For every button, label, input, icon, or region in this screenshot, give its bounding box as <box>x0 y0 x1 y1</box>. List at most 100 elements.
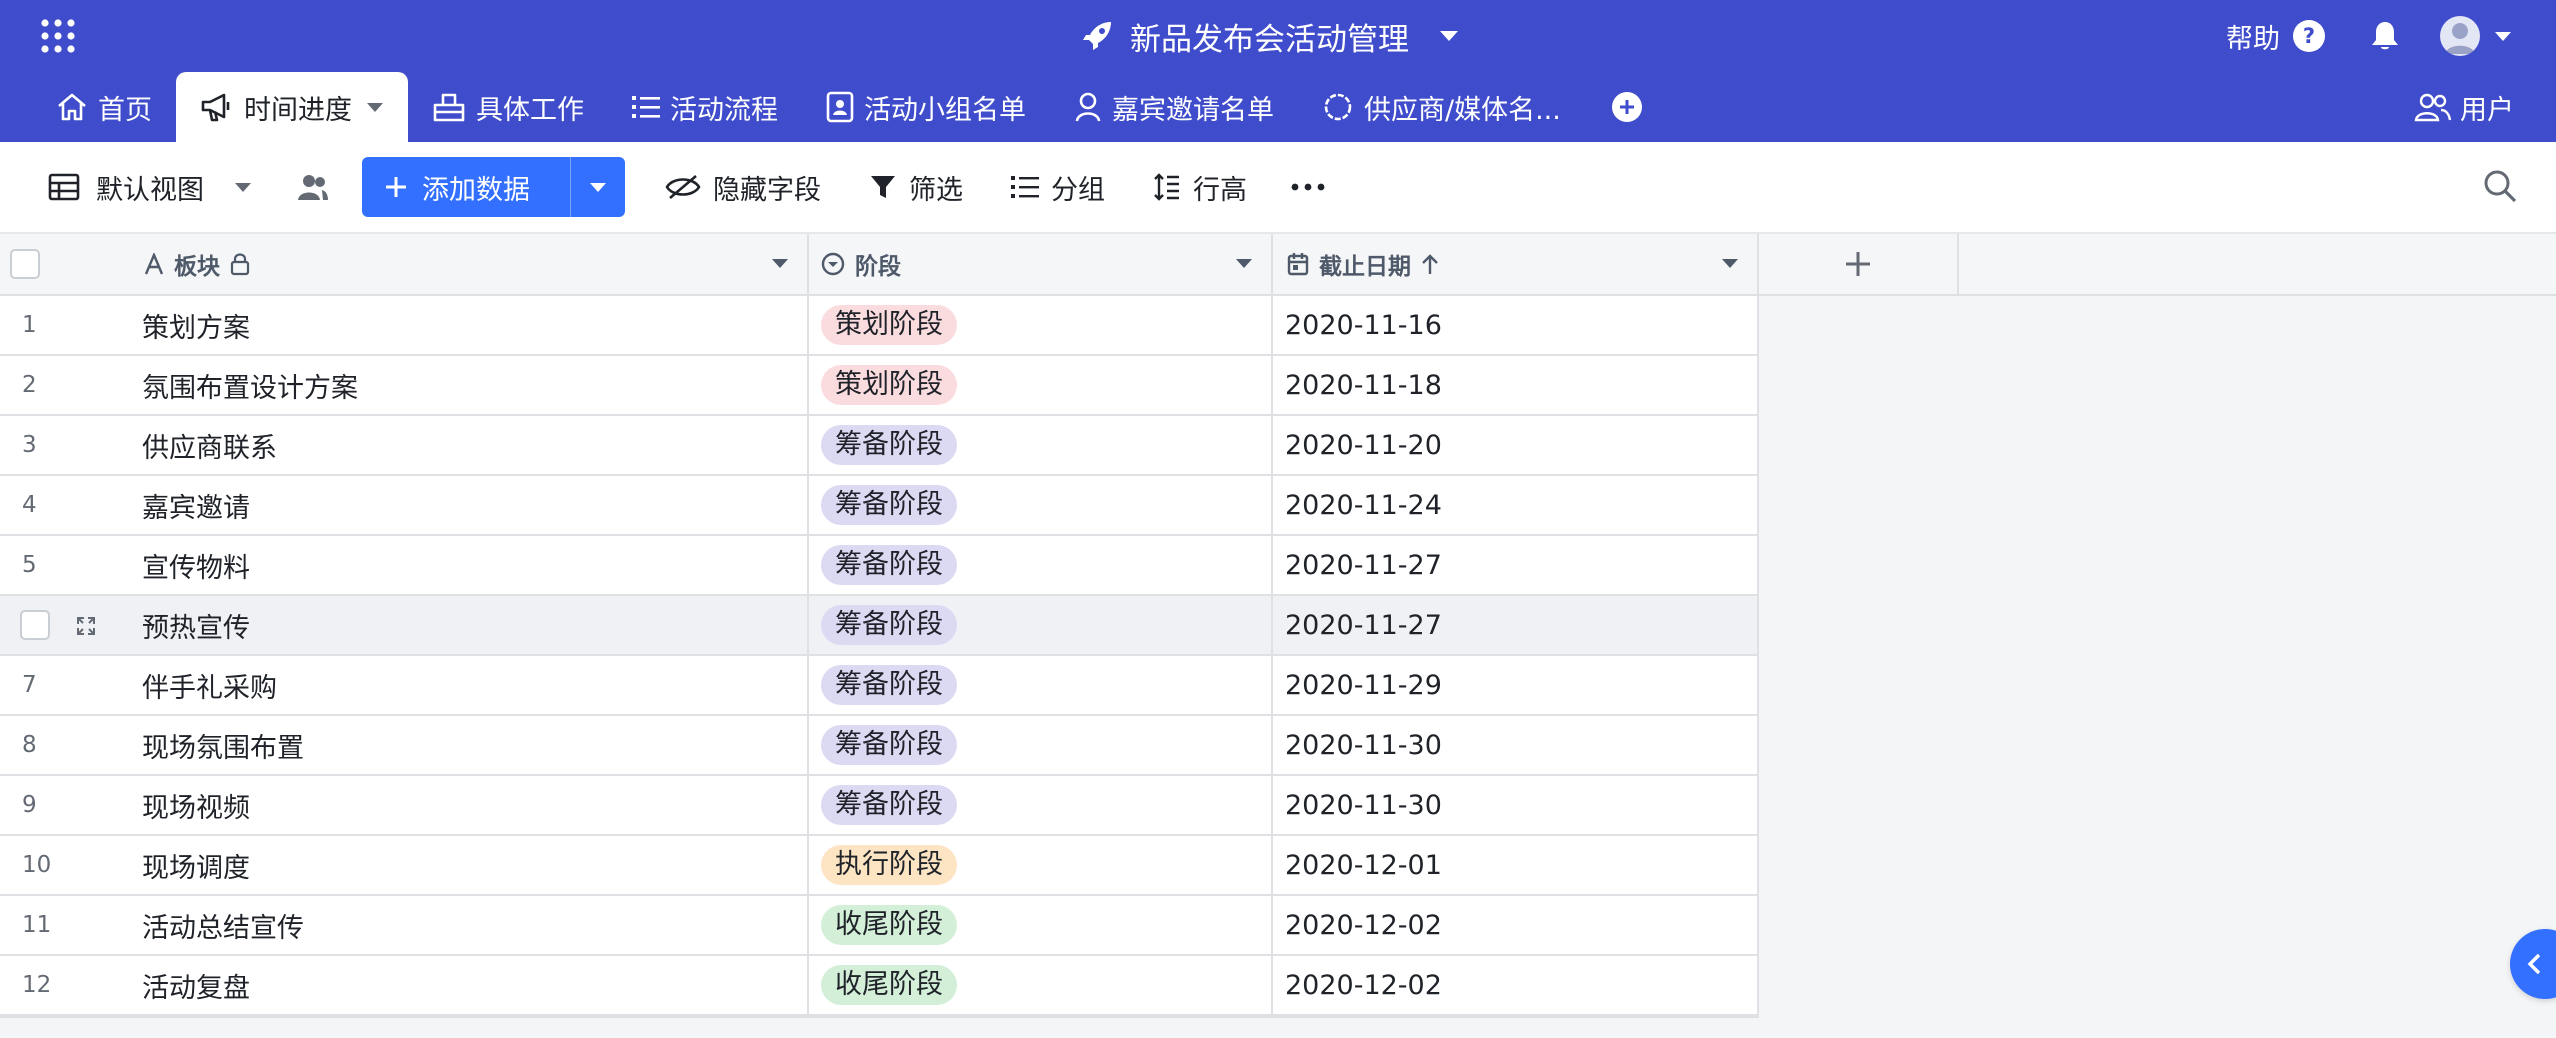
tab-process[interactable]: 活动流程 <box>608 72 802 142</box>
name-cell[interactable]: 活动总结宣传 <box>130 896 809 954</box>
tab-tasks[interactable]: 具体工作 <box>408 72 608 142</box>
table-row[interactable]: 11 活动总结宣传 收尾阶段 2020-12-02 <box>0 896 1759 956</box>
more-icon[interactable] <box>1291 183 1325 191</box>
stage-cell[interactable]: 收尾阶段 <box>809 896 1273 954</box>
stage-cell[interactable]: 执行阶段 <box>809 836 1273 894</box>
name-cell[interactable]: 宣传物料 <box>130 536 809 594</box>
tab-guest-list[interactable]: 嘉宾邀请名单 <box>1050 72 1298 142</box>
date-cell[interactable]: 2020-11-30 <box>1273 716 1759 774</box>
bell-icon[interactable] <box>2370 20 2400 52</box>
stage-cell[interactable]: 筹备阶段 <box>809 596 1273 654</box>
row-date: 2020-11-27 <box>1285 549 1442 581</box>
chevron-left-icon <box>2526 952 2542 976</box>
add-data-button[interactable]: 添加数据 <box>362 157 625 217</box>
row-index-cell: 8 <box>0 716 130 774</box>
filter-button[interactable]: 筛选 <box>869 168 963 207</box>
tab-timeline[interactable]: 时间进度 <box>176 72 408 142</box>
row-date: 2020-12-02 <box>1285 969 1442 1001</box>
name-cell[interactable]: 现场视频 <box>130 776 809 834</box>
name-cell[interactable]: 现场调度 <box>130 836 809 894</box>
stage-cell[interactable]: 筹备阶段 <box>809 476 1273 534</box>
stage-tag: 筹备阶段 <box>821 545 957 585</box>
date-cell[interactable]: 2020-11-24 <box>1273 476 1759 534</box>
name-cell[interactable]: 氛围布置设计方案 <box>130 356 809 414</box>
stage-cell[interactable]: 筹备阶段 <box>809 716 1273 774</box>
date-cell[interactable]: 2020-11-30 <box>1273 776 1759 834</box>
hide-fields-button[interactable]: 隐藏字段 <box>665 168 821 207</box>
stage-cell[interactable]: 筹备阶段 <box>809 416 1273 474</box>
search-icon[interactable] <box>2482 168 2518 204</box>
table-row[interactable]: 5 宣传物料 筹备阶段 2020-11-27 <box>0 536 1759 596</box>
table-row[interactable]: 10 现场调度 执行阶段 2020-12-01 <box>0 836 1759 896</box>
table-row[interactable]: 3 供应商联系 筹备阶段 2020-11-20 <box>0 416 1759 476</box>
help-button[interactable]: 帮助 ? <box>2226 17 2326 56</box>
table-row[interactable]: 4 嘉宾邀请 筹备阶段 2020-11-24 <box>0 476 1759 536</box>
group-button[interactable]: 分组 <box>1011 168 1105 207</box>
person-badge-icon <box>1074 91 1102 123</box>
row-index: 2 <box>22 372 37 398</box>
tab-label: 活动小组名单 <box>864 94 1026 126</box>
app-title-menu[interactable]: 新品发布会活动管理 <box>1080 8 1459 64</box>
tab-home[interactable]: 首页 <box>0 72 176 142</box>
row-index: 8 <box>22 732 37 758</box>
stage-cell[interactable]: 策划阶段 <box>809 356 1273 414</box>
stage-cell[interactable]: 筹备阶段 <box>809 776 1273 834</box>
date-cell[interactable]: 2020-11-27 <box>1273 596 1759 654</box>
date-cell[interactable]: 2020-12-02 <box>1273 896 1759 954</box>
name-cell[interactable]: 伴手礼采购 <box>130 656 809 714</box>
date-cell[interactable]: 2020-11-18 <box>1273 356 1759 414</box>
add-data-main[interactable]: 添加数据 <box>362 157 558 217</box>
name-cell[interactable]: 现场氛围布置 <box>130 716 809 774</box>
table-row[interactable]: 6 预热宣传 筹备阶段 2020-11-27 <box>0 596 1759 656</box>
table-row[interactable]: 2 氛围布置设计方案 策划阶段 2020-11-18 <box>0 356 1759 416</box>
chevron-down-icon[interactable] <box>1235 258 1253 269</box>
row-name: 活动复盘 <box>142 972 250 1004</box>
tab-bar: 首页 时间进度 具体工作 活动流程 活动小组名单 嘉宾邀请名单 供应商/媒体名.… <box>0 72 2556 142</box>
table-row[interactable]: 7 伴手礼采购 筹备阶段 2020-11-29 <box>0 656 1759 716</box>
chevron-down-icon[interactable] <box>366 102 384 113</box>
column-header-name[interactable]: 板块 <box>130 234 809 294</box>
expand-record-icon[interactable] <box>76 616 96 636</box>
table-row[interactable]: 1 策划方案 策划阶段 2020-11-16 <box>0 296 1759 356</box>
date-cell[interactable]: 2020-12-02 <box>1273 956 1759 1014</box>
stage-cell[interactable]: 筹备阶段 <box>809 536 1273 594</box>
add-column-button[interactable] <box>1759 234 1959 296</box>
column-header-date[interactable]: 截止日期 <box>1273 234 1759 294</box>
name-cell[interactable]: 活动复盘 <box>130 956 809 1014</box>
stage-cell[interactable]: 收尾阶段 <box>809 956 1273 1014</box>
hide-fields-label: 隐藏字段 <box>713 174 821 206</box>
tab-team-list[interactable]: 活动小组名单 <box>802 72 1050 142</box>
select-all-checkbox[interactable] <box>10 249 40 279</box>
table-row[interactable]: 12 活动复盘 收尾阶段 2020-12-02 <box>0 956 1759 1016</box>
name-cell[interactable]: 供应商联系 <box>130 416 809 474</box>
chevron-down-icon[interactable] <box>1721 258 1739 269</box>
table-row[interactable]: 8 现场氛围布置 筹备阶段 2020-11-30 <box>0 716 1759 776</box>
name-cell[interactable]: 嘉宾邀请 <box>130 476 809 534</box>
date-cell[interactable]: 2020-11-16 <box>1273 296 1759 354</box>
row-checkbox[interactable] <box>20 610 50 640</box>
row-height-button[interactable]: 行高 <box>1153 168 1247 207</box>
collaborators-icon[interactable] <box>296 173 330 201</box>
name-cell[interactable]: 预热宣传 <box>130 596 809 654</box>
stage-cell[interactable]: 筹备阶段 <box>809 656 1273 714</box>
name-cell[interactable]: 策划方案 <box>130 296 809 354</box>
date-cell[interactable]: 2020-11-20 <box>1273 416 1759 474</box>
add-tab-button[interactable] <box>1611 72 1643 142</box>
app-grid-icon[interactable] <box>40 18 76 54</box>
view-selector[interactable]: 默认视图 <box>48 168 252 207</box>
stage-cell[interactable]: 策划阶段 <box>809 296 1273 354</box>
users-button[interactable]: 用户 <box>2414 72 2514 142</box>
date-cell[interactable]: 2020-11-27 <box>1273 536 1759 594</box>
date-cell[interactable]: 2020-11-29 <box>1273 656 1759 714</box>
add-data-dropdown[interactable] <box>570 157 625 217</box>
date-cell[interactable]: 2020-12-01 <box>1273 836 1759 894</box>
chevron-down-icon[interactable] <box>771 258 789 269</box>
select-all-cell <box>0 234 130 294</box>
column-header-stage[interactable]: 阶段 <box>809 234 1273 294</box>
table-row[interactable]: 9 现场视频 筹备阶段 2020-11-30 <box>0 776 1759 836</box>
svg-text:?: ? <box>2303 24 2315 48</box>
tab-supplier-media[interactable]: 供应商/媒体名... <box>1298 72 1585 142</box>
account-menu[interactable] <box>2440 16 2512 56</box>
kanban-icon <box>432 92 466 122</box>
row-name: 现场视频 <box>142 792 250 824</box>
